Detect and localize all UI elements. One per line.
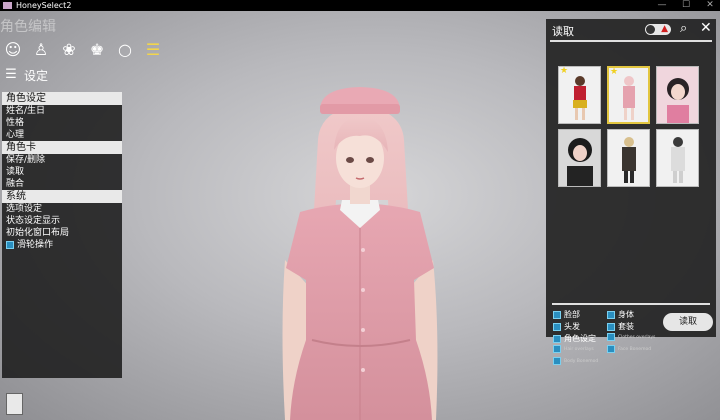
- option-label: Clothes overlays: [618, 334, 656, 340]
- option-face-bonemod[interactable]: Face Bonemod: [607, 345, 651, 353]
- character-card-selected[interactable]: ★: [607, 66, 650, 124]
- wheel-control-toggle[interactable]: 滑轮操作: [2, 239, 122, 251]
- hair-icon[interactable]: ❀: [58, 39, 80, 61]
- checkbox[interactable]: [553, 357, 561, 365]
- checkbox[interactable]: [553, 322, 561, 331]
- option-hair-overlays[interactable]: Hair overlays: [553, 345, 594, 353]
- option-label: Face Bonemod: [618, 346, 652, 352]
- wheel-control-label: 滑轮操作: [17, 240, 54, 250]
- menu-item-psychology[interactable]: 心理: [2, 129, 122, 141]
- sort-arrow-icon: ▲: [661, 24, 668, 34]
- panel-title: 读取: [552, 25, 574, 38]
- menu-item-options[interactable]: 选项设定: [2, 203, 122, 215]
- option-outfit[interactable]: 套装: [607, 321, 634, 332]
- body-icon[interactable]: ♙: [30, 39, 52, 61]
- checkbox[interactable]: [607, 310, 615, 319]
- settings-label: 设定: [24, 68, 49, 83]
- card-icon[interactable]: [6, 393, 23, 415]
- load-panel: 读取 ▲ ⌕ ✕ ★ ★ 脸部 头发 角色设定 Hair overlays Bo…: [546, 19, 716, 365]
- option-label: Hair overlays: [564, 346, 594, 352]
- character-card[interactable]: ★: [558, 66, 601, 124]
- favorite-star-icon: ★: [610, 67, 619, 77]
- menu-item-status-display[interactable]: 状态设定显示: [2, 215, 122, 227]
- favorite-star-icon: ★: [560, 66, 569, 76]
- settings-header[interactable]: ☰ 设定: [2, 66, 48, 84]
- option-face[interactable]: 脸部: [553, 309, 580, 320]
- menu-item-load[interactable]: 读取: [2, 166, 122, 178]
- card-grid: ★ ★: [558, 66, 700, 187]
- section-character-settings: 角色设定: [2, 92, 122, 105]
- section-character-card: 角色卡: [2, 141, 122, 154]
- toggle-knob: [646, 25, 655, 34]
- option-body[interactable]: 身体: [607, 309, 634, 320]
- option-label: 角色设定: [564, 334, 596, 343]
- divider: [552, 303, 710, 305]
- option-clothes-overlays[interactable]: Clothes overlays: [607, 333, 655, 341]
- card-thumbnail: [657, 67, 698, 123]
- menu-item-save-delete[interactable]: 保存/删除: [2, 154, 122, 166]
- option-label: 脸部: [564, 310, 580, 319]
- load-button[interactable]: 读取: [663, 313, 713, 331]
- option-label: 身体: [618, 310, 634, 319]
- checkbox[interactable]: [553, 334, 561, 343]
- checkbox[interactable]: [553, 345, 561, 353]
- accessory-icon[interactable]: ○: [114, 39, 136, 61]
- character-card[interactable]: [558, 129, 601, 187]
- menu-item-merge[interactable]: 融合: [2, 178, 122, 190]
- checkbox[interactable]: [607, 322, 615, 331]
- sort-toggle[interactable]: ▲: [645, 24, 671, 35]
- menu-item-reset-layout[interactable]: 初始化窗口布局: [2, 227, 122, 239]
- option-label: Body Bonemod: [564, 358, 599, 364]
- divider: [550, 40, 712, 42]
- character-card[interactable]: [656, 129, 699, 187]
- option-label: 头发: [564, 322, 580, 331]
- option-body-bonemod[interactable]: Body Bonemod: [553, 357, 598, 365]
- menu-item-personality[interactable]: 性格: [2, 117, 122, 129]
- card-thumbnail: [559, 130, 600, 186]
- checkbox[interactable]: [607, 333, 615, 341]
- close-icon[interactable]: ✕: [700, 20, 712, 36]
- character-card[interactable]: [607, 129, 650, 187]
- category-toolbar: ☺ ♙ ❀ ♚ ○ ☰: [2, 39, 164, 61]
- page-title: 角色编辑: [0, 19, 56, 35]
- character-card[interactable]: [656, 66, 699, 124]
- section-system: 系统: [2, 190, 122, 203]
- clothes-icon[interactable]: ♚: [86, 39, 108, 61]
- list-icon[interactable]: ☰: [142, 39, 164, 61]
- checkbox[interactable]: [553, 310, 561, 319]
- checkbox[interactable]: [607, 345, 615, 353]
- settings-list-icon: ☰: [5, 67, 17, 82]
- system-menu: 角色设定 姓名/生日 性格 心理 角色卡 保存/删除 读取 融合 系统 选项设定…: [2, 92, 122, 378]
- face-icon[interactable]: ☺: [2, 39, 24, 61]
- option-label: 套装: [618, 322, 634, 331]
- checkbox[interactable]: [6, 241, 14, 249]
- menu-item-name-birthday[interactable]: 姓名/生日: [2, 105, 122, 117]
- search-icon[interactable]: ⌕: [680, 21, 687, 36]
- card-thumbnail: [622, 137, 636, 183]
- option-character-settings[interactable]: 角色设定: [553, 333, 596, 344]
- card-thumbnail: [671, 137, 685, 183]
- option-hair[interactable]: 头发: [553, 321, 580, 332]
